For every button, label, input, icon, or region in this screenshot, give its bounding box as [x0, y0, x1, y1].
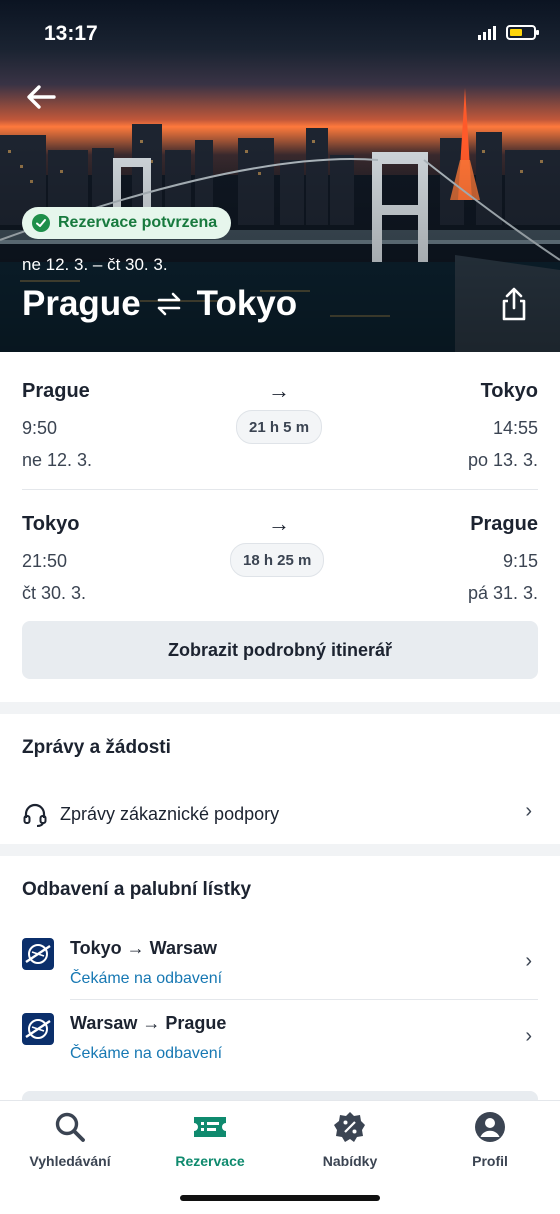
checkin-status: Čekáme na odbavení — [70, 970, 223, 987]
checkin-route: Tokyo → Warsaw — [70, 938, 218, 958]
home-indicator — [180, 1195, 380, 1201]
airline-logo-icon — [22, 1013, 54, 1045]
route-arrow: → — [268, 378, 290, 403]
status-time: 13:17 — [44, 22, 98, 45]
divider — [70, 999, 538, 1000]
nav-label: Nabídky — [322, 1153, 378, 1169]
checkin-item[interactable]: Tokyo → Warsaw Čekáme na odbavení › — [0, 930, 560, 996]
leg-from: Prague — [22, 380, 90, 402]
route-arrow: → — [268, 511, 290, 536]
leg-to: Tokyo — [480, 380, 538, 402]
checkin-item[interactable]: Warsaw → Prague Čekáme na odbavení › — [0, 1005, 560, 1071]
ticket-icon — [192, 1109, 228, 1145]
depart-date: ne 12. 3. — [22, 450, 93, 470]
divider — [22, 489, 538, 490]
profile-icon — [472, 1109, 508, 1145]
trip-title: Prague Tokyo — [22, 284, 297, 324]
support-messages-label: Zprávy zákaznické podpory — [60, 804, 280, 824]
chevron-right-icon: › — [525, 1025, 532, 1047]
arrive-time: 9:15 — [502, 551, 538, 571]
checkin-route: Warsaw → Prague — [70, 1013, 227, 1033]
nav-item-bookings[interactable]: Rezervace — [150, 1109, 270, 1169]
nav-item-search[interactable]: Vyhledávání — [10, 1109, 130, 1169]
duration-badge: 18 h 25 m — [230, 543, 325, 577]
checkin-status: Čekáme na odbavení — [70, 1045, 223, 1062]
support-messages-row[interactable]: Zprávy zákaznické podpory › — [0, 796, 560, 832]
nav-item-deals[interactable]: Nabídky — [290, 1109, 410, 1169]
leg-to: Prague — [470, 513, 538, 535]
airline-logo-icon — [22, 938, 54, 970]
inbound-leg: Tokyo → Prague 21:50 18 h 25 m 9:15 čt 3… — [22, 511, 538, 623]
swap-arrows-icon — [157, 292, 180, 316]
depart-time: 9:50 — [22, 418, 58, 438]
nav-label: Rezervace — [175, 1153, 245, 1169]
discount-badge-icon — [332, 1109, 368, 1145]
battery-icon — [506, 24, 539, 40]
depart-date: čt 30. 3. — [22, 583, 87, 603]
detailed-itinerary-button[interactable]: Zobrazit podrobný itinerář — [22, 621, 538, 679]
status-badge: Rezervace potvrzena — [22, 207, 232, 239]
arrive-date: pá 31. 3. — [467, 583, 538, 603]
search-icon — [52, 1109, 88, 1145]
signal-icon — [478, 24, 496, 40]
outbound-leg: Prague → Tokyo 9:50 21 h 5 m 14:55 ne 12… — [22, 378, 538, 490]
depart-time: 21:50 — [22, 551, 68, 571]
nav-item-profile[interactable]: Profil — [430, 1109, 550, 1169]
nav-label: Profil — [472, 1153, 508, 1169]
headset-icon — [22, 802, 48, 828]
share-icon[interactable] — [498, 286, 530, 322]
back-arrow-icon[interactable] — [24, 82, 58, 112]
checkmark-icon — [32, 214, 50, 232]
trip-destination: Tokyo — [196, 284, 298, 323]
leg-from: Tokyo — [22, 513, 80, 535]
chevron-right-icon: › — [525, 950, 532, 972]
trip-dates: ne 12. 3. – čt 30. 3. — [22, 255, 168, 274]
battery-level — [510, 28, 523, 36]
checkin-section-title: Odbavení a palubní lístky — [22, 879, 252, 900]
trip-origin: Prague — [22, 284, 141, 323]
arrive-time: 14:55 — [492, 418, 538, 438]
nav-label: Vyhledávání — [29, 1153, 111, 1169]
chevron-right-icon: › — [525, 800, 532, 822]
arrive-date: po 13. 3. — [467, 450, 538, 470]
section-gap — [0, 702, 560, 714]
status-badge-label: Rezervace potvrzena — [58, 214, 218, 231]
messages-section-title: Zprávy a žádosti — [22, 737, 171, 758]
status-indicators — [478, 24, 539, 40]
duration-badge: 21 h 5 m — [236, 410, 323, 444]
section-gap — [0, 844, 560, 856]
